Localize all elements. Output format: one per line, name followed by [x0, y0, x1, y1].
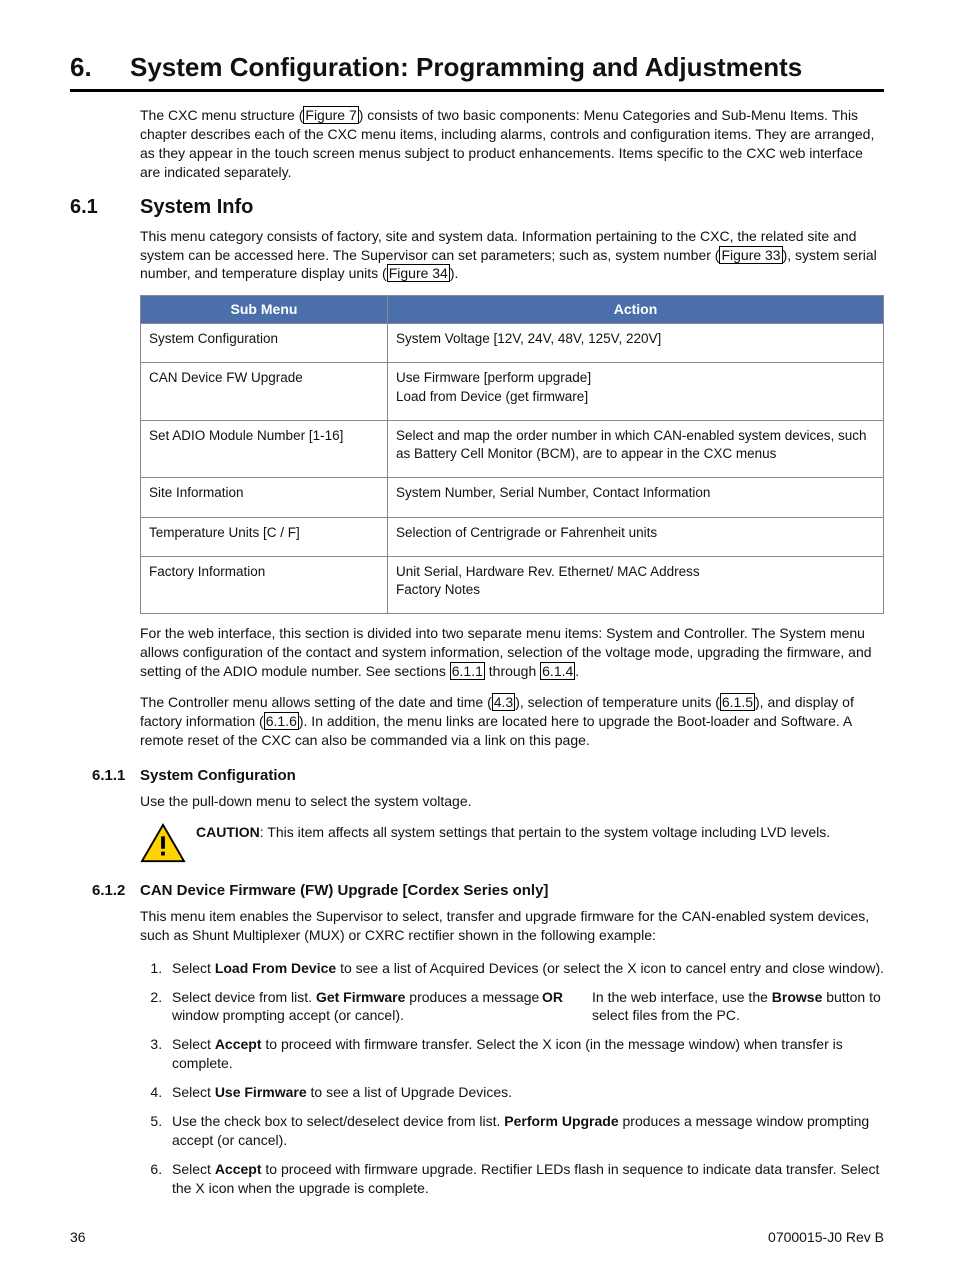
subsection-number: 6.1.2: [92, 881, 140, 901]
table-cell-submenu: Site Information: [141, 478, 388, 517]
table-row: Set ADIO Module Number [1-16]Select and …: [141, 420, 884, 477]
list-item: Select Load From Device to see a list of…: [166, 959, 884, 978]
list-item: Select device from list. Get Firmware pr…: [166, 988, 884, 1026]
subsection-number: 6.1.1: [92, 766, 140, 786]
document-id: 0700015-J0 Rev B: [768, 1228, 884, 1247]
table-cell-submenu: Temperature Units [C / F]: [141, 517, 388, 556]
link-6-1-1[interactable]: 6.1.1: [450, 662, 485, 680]
section-6-1-1-heading: 6.1.1System Configuration: [70, 766, 884, 786]
upgrade-steps: Select Load From Device to see a list of…: [140, 959, 884, 1198]
list-item: Use the check box to select/deselect dev…: [166, 1112, 884, 1150]
page-footer: 36 0700015-J0 Rev B: [70, 1228, 884, 1247]
or-label: OR: [542, 988, 592, 1026]
section-title: System Info: [140, 196, 253, 218]
caution-label: CAUTION: [196, 824, 260, 840]
table-cell-submenu: Set ADIO Module Number [1-16]: [141, 420, 388, 477]
link-6-1-6[interactable]: 6.1.6: [264, 712, 299, 730]
section-6-1-heading: 6.1System Info: [70, 194, 884, 221]
after-table-p2: The Controller menu allows setting of th…: [140, 693, 884, 750]
subsection-title: CAN Device Firmware (FW) Upgrade [Cordex…: [140, 882, 548, 899]
table-row: CAN Device FW UpgradeUse Firmware [perfo…: [141, 363, 884, 420]
table-cell-action: System Voltage [12V, 24V, 48V, 125V, 220…: [388, 324, 884, 363]
section-6-1-2-heading: 6.1.2CAN Device Firmware (FW) Upgrade [C…: [70, 881, 884, 901]
table-cell-action: Unit Serial, Hardware Rev. Ethernet/ MAC…: [388, 556, 884, 613]
link-4-3[interactable]: 4.3: [492, 693, 515, 711]
table-header-submenu: Sub Menu: [141, 296, 388, 324]
link-figure-33[interactable]: Figure 33: [719, 246, 782, 264]
caution-block: CAUTION: This item affects all system se…: [140, 823, 884, 865]
link-figure-7[interactable]: Figure 7: [303, 106, 358, 124]
table-row: Factory InformationUnit Serial, Hardware…: [141, 556, 884, 613]
intro-paragraph: The CXC menu structure (Figure 7) consis…: [140, 106, 884, 182]
link-figure-34[interactable]: Figure 34: [387, 264, 450, 282]
section-number: 6.1: [70, 194, 140, 221]
chapter-title-text: System Configuration: Programming and Ad…: [130, 52, 802, 82]
caution-text: CAUTION: This item affects all system se…: [196, 823, 830, 842]
warning-icon: [140, 823, 186, 865]
chapter-heading: 6.System Configuration: Programming and …: [70, 50, 884, 92]
after-table-p1: For the web interface, this section is d…: [140, 624, 884, 681]
table-cell-submenu: System Configuration: [141, 324, 388, 363]
table-cell-action: Select and map the order number in which…: [388, 420, 884, 477]
chapter-number: 6.: [70, 50, 130, 85]
link-6-1-4[interactable]: 6.1.4: [540, 662, 575, 680]
table-cell-action: Selection of Centrigrade or Fahrenheit u…: [388, 517, 884, 556]
table-row: Temperature Units [C / F]Selection of Ce…: [141, 517, 884, 556]
table-row: System ConfigurationSystem Voltage [12V,…: [141, 324, 884, 363]
section-6-1-1-paragraph: Use the pull-down menu to select the sys…: [140, 792, 884, 811]
table-cell-action: Use Firmware [perform upgrade]Load from …: [388, 363, 884, 420]
page-number: 36: [70, 1228, 86, 1247]
table-row: Site InformationSystem Number, Serial Nu…: [141, 478, 884, 517]
list-item: Select Accept to proceed with firmware u…: [166, 1160, 884, 1198]
table-cell-action: System Number, Serial Number, Contact In…: [388, 478, 884, 517]
list-item: Select Use Firmware to see a list of Upg…: [166, 1083, 884, 1102]
section-6-1-paragraph: This menu category consists of factory, …: [140, 227, 884, 284]
system-info-table: Sub Menu Action System ConfigurationSyst…: [140, 295, 884, 614]
table-header-action: Action: [388, 296, 884, 324]
table-cell-submenu: Factory Information: [141, 556, 388, 613]
table-cell-submenu: CAN Device FW Upgrade: [141, 363, 388, 420]
section-6-1-2-paragraph: This menu item enables the Supervisor to…: [140, 907, 884, 945]
subsection-title: System Configuration: [140, 767, 296, 784]
link-6-1-5[interactable]: 6.1.5: [720, 693, 755, 711]
list-item: Select Accept to proceed with firmware t…: [166, 1035, 884, 1073]
